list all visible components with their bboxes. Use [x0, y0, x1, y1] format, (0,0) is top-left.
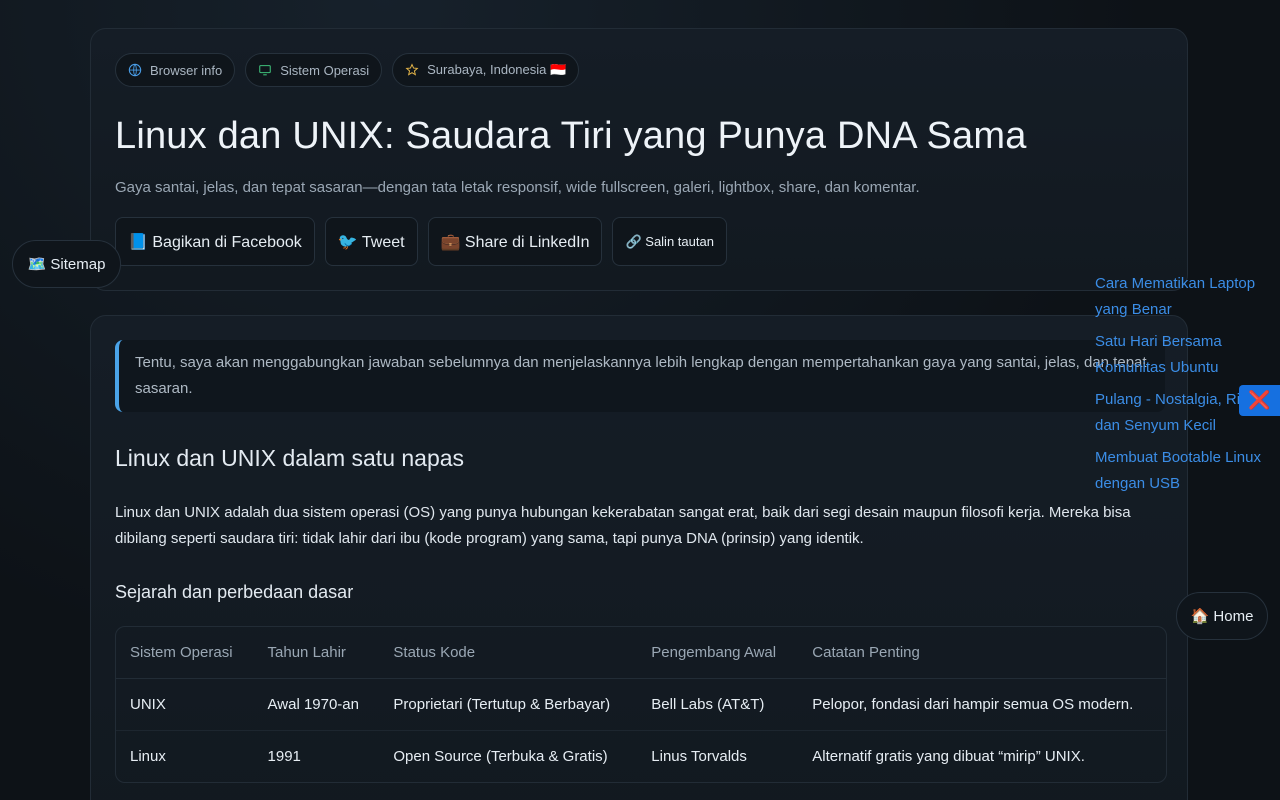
- share-facebook-button[interactable]: 📘 Bagikan di Facebook: [115, 217, 315, 266]
- table-header: Sistem Operasi: [116, 627, 254, 679]
- table-cell: Pelopor, fondasi dari hampir semua OS mo…: [798, 678, 1166, 731]
- page-title: Linux dan UNIX: Saudara Tiri yang Punya …: [115, 115, 1027, 157]
- table-cell: Bell Labs (AT&T): [637, 678, 799, 731]
- table-row: UNIX Awal 1970-an Proprietari (Tertutup …: [116, 678, 1166, 731]
- table-header: Pengembang Awal: [637, 627, 799, 679]
- article-card: Tentu, saya akan menggabungkan jawaban s…: [90, 315, 1188, 800]
- globe-icon: [128, 63, 142, 77]
- table-header: Tahun Lahir: [253, 627, 380, 679]
- table-cell: Alternatif gratis yang dibuat “mirip” UN…: [812, 748, 1085, 765]
- section-heading: Linux dan UNIX dalam satu napas: [115, 445, 465, 471]
- subsection-heading: Sejarah dan perbedaan dasar: [115, 582, 354, 602]
- related-links-panel: Cara Mematikan Laptop yang Benar Satu Ha…: [1095, 271, 1270, 497]
- chip-label: Surabaya, Indonesia 🇮🇩: [427, 62, 567, 77]
- copy-link-button[interactable]: 🔗 Salin tautan: [612, 217, 727, 266]
- tweet-button[interactable]: 🐦 Tweet: [324, 217, 418, 266]
- table-cell: Linux: [130, 748, 166, 765]
- share-row: 📘 Bagikan di Facebook 🐦 Tweet 💼 Share di…: [115, 217, 727, 266]
- table-header: Catatan Penting: [798, 627, 1166, 679]
- related-link[interactable]: Satu Hari Bersama Komunitas Ubuntu: [1095, 329, 1270, 381]
- close-panel-button[interactable]: ❌: [1239, 385, 1280, 416]
- chip-location[interactable]: Surabaya, Indonesia 🇮🇩: [392, 53, 580, 87]
- chip-sistem-operasi[interactable]: Sistem Operasi: [245, 53, 383, 87]
- related-link[interactable]: Membuat Bootable Linux dengan USB: [1095, 445, 1270, 497]
- table-cell: Awal 1970-an: [253, 678, 380, 731]
- hero-card: Browser info Sistem Operasi Surabaya, In…: [90, 28, 1188, 291]
- star-icon: [405, 63, 419, 76]
- section-paragraph: Linux dan UNIX adalah dua sistem operasi…: [115, 504, 1131, 547]
- monitor-icon: [259, 65, 272, 76]
- comparison-table: Sistem Operasi Tahun Lahir Status Kode P…: [115, 626, 1167, 783]
- share-linkedin-button[interactable]: 💼 Share di LinkedIn: [427, 217, 603, 266]
- table-header: Status Kode: [379, 627, 638, 679]
- table-cell: Proprietari (Tertutup & Berbayar): [379, 678, 638, 731]
- table-cell: 1991: [267, 748, 301, 765]
- table-cell: Linus Torvalds: [651, 748, 747, 765]
- related-link[interactable]: Cara Mematikan Laptop yang Benar: [1095, 271, 1270, 323]
- chip-browser-info[interactable]: Browser info: [115, 53, 236, 87]
- table-cell: UNIX: [116, 678, 254, 731]
- chip-label: Sistem Operasi: [280, 62, 370, 78]
- table-row: Linux 1991 Open Source (Terbuka & Gratis…: [116, 731, 1166, 783]
- table-cell: Open Source (Terbuka & Gratis): [393, 748, 608, 765]
- home-button[interactable]: 🏠 Home: [1176, 592, 1268, 640]
- sitemap-button[interactable]: 🗺️ Sitemap: [12, 240, 121, 288]
- chip-row: Browser info Sistem Operasi Surabaya, In…: [115, 53, 580, 87]
- table-header-row: Sistem Operasi Tahun Lahir Status Kode P…: [116, 627, 1166, 679]
- intro-quote: Tentu, saya akan menggabungkan jawaban s…: [115, 340, 1165, 412]
- chip-label: Browser info: [150, 62, 223, 78]
- page-subtitle: Gaya santai, jelas, dan tepat sasaran—de…: [115, 179, 920, 196]
